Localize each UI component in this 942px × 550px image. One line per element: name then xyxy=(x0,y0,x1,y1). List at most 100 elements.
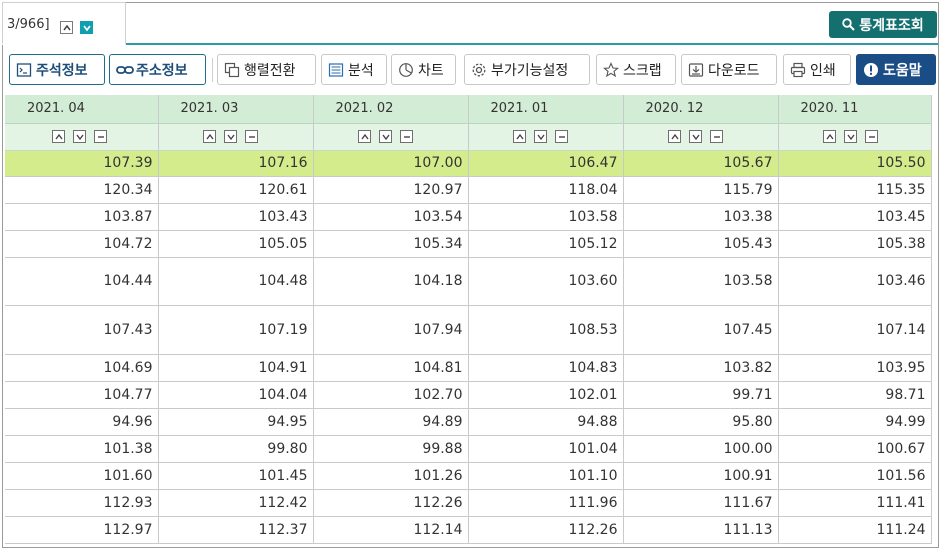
table-cell: 101.56 xyxy=(778,462,932,490)
address-info-button[interactable]: 주소정보 xyxy=(109,54,206,85)
table-cell: 120.97 xyxy=(313,176,469,204)
collapse-column-icon[interactable] xyxy=(709,130,723,143)
table-cell: 112.42 xyxy=(158,489,314,517)
sort-descending-icon[interactable] xyxy=(73,130,86,143)
table-cell: 103.45 xyxy=(778,203,932,231)
data-table-wrap: 2021. 04 2021. 03 2021. 02 2021. 01 2020. 12… xyxy=(5,95,935,544)
table-cell: 108.53 xyxy=(468,305,624,355)
table-cell: 103.58 xyxy=(468,203,624,231)
table-row: 112.97 112.37 112.14 112.26 111.13 111.24 xyxy=(5,516,932,544)
table-cell: 107.45 xyxy=(623,305,779,355)
table-cell: 102.70 xyxy=(313,381,469,409)
column-header[interactable]: 2021. 04 xyxy=(5,95,159,124)
table-cell: 94.99 xyxy=(778,408,932,436)
stat-table-query-button[interactable]: 통계표조회 xyxy=(829,11,937,38)
data-table: 2021. 04 2021. 03 2021. 02 2021. 01 2020. 12… xyxy=(5,95,932,544)
sort-descending-icon[interactable] xyxy=(378,130,392,143)
table-row: 120.34 120.61 120.97 118.04 115.79 115.35 xyxy=(5,176,932,204)
table-cell: 101.04 xyxy=(468,435,624,463)
table-cell: 102.01 xyxy=(468,381,624,409)
download-button[interactable]: 다운로드 xyxy=(681,54,777,85)
info-icon xyxy=(863,62,879,78)
toolbar-divider xyxy=(212,58,213,82)
collapse-up-icon[interactable] xyxy=(60,21,73,34)
transpose-button[interactable]: 행렬전환 xyxy=(217,54,316,85)
analysis-button[interactable]: 분석 xyxy=(321,54,387,85)
table-row: 103.87 103.43 103.54 103.58 103.38 103.45 xyxy=(5,203,932,231)
annotation-info-button[interactable]: 주석정보 xyxy=(9,54,105,85)
sort-ascending-icon[interactable] xyxy=(202,130,216,143)
addon-settings-label: 부가기능설정 xyxy=(491,62,569,79)
table-cell: 104.83 xyxy=(468,354,624,382)
print-button[interactable]: 인쇄 xyxy=(783,54,851,85)
table-row: 104.44 104.48 104.18 103.60 103.58 103.46 xyxy=(5,257,932,306)
collapse-column-icon[interactable] xyxy=(864,130,878,143)
sort-ascending-icon[interactable] xyxy=(667,130,681,143)
table-cell: 101.45 xyxy=(158,462,314,490)
column-controls xyxy=(623,123,779,151)
table-cell: 107.14 xyxy=(778,305,932,355)
star-icon xyxy=(602,61,620,78)
column-controls xyxy=(313,123,469,151)
table-cell: 100.67 xyxy=(778,435,932,463)
table-cell: 105.50 xyxy=(778,150,932,177)
table-tab[interactable]: 3/966] xyxy=(2,2,126,45)
table-cell: 105.12 xyxy=(468,230,624,258)
table-cell: 103.46 xyxy=(778,257,932,306)
table-cell: 105.34 xyxy=(313,230,469,258)
column-header[interactable]: 2020. 12 xyxy=(623,95,779,124)
annotation-info-label: 주석정보 xyxy=(36,62,88,79)
expand-down-icon[interactable] xyxy=(80,21,93,34)
collapse-column-icon[interactable] xyxy=(244,130,258,143)
table-cell: 101.38 xyxy=(5,435,159,463)
column-controls xyxy=(158,123,314,151)
table-cell: 105.67 xyxy=(623,150,779,177)
table-cell: 99.80 xyxy=(158,435,314,463)
column-header[interactable]: 2020. 11 xyxy=(778,95,932,124)
table-cell: 107.43 xyxy=(5,305,159,355)
table-row: 104.69 104.91 104.81 104.83 103.82 103.95 xyxy=(5,354,932,382)
scrap-label: 스크랩 xyxy=(623,62,662,79)
collapse-column-icon[interactable] xyxy=(399,130,413,143)
column-header[interactable]: 2021. 02 xyxy=(313,95,469,124)
collapse-column-icon[interactable] xyxy=(554,130,568,143)
sort-ascending-icon[interactable] xyxy=(822,130,836,143)
sort-descending-icon[interactable] xyxy=(688,130,702,143)
table-cell: 105.43 xyxy=(623,230,779,258)
column-control-row xyxy=(5,123,932,151)
table-cell: 115.35 xyxy=(778,176,932,204)
table-row: 101.38 99.80 99.88 101.04 100.00 100.67 xyxy=(5,435,932,463)
chart-button[interactable]: 차트 xyxy=(391,54,456,85)
scrap-button[interactable]: 스크랩 xyxy=(596,54,676,85)
column-header[interactable]: 2021. 01 xyxy=(468,95,624,124)
table-cell: 104.04 xyxy=(158,381,314,409)
table-cell: 104.72 xyxy=(5,230,159,258)
table-cell: 111.41 xyxy=(778,489,932,517)
sort-descending-icon[interactable] xyxy=(533,130,547,143)
note-icon xyxy=(16,62,32,78)
table-cell: 107.00 xyxy=(313,150,469,177)
table-cell: 94.96 xyxy=(5,408,159,436)
collapse-column-icon[interactable] xyxy=(94,130,107,143)
table-cell: 112.26 xyxy=(468,516,624,544)
sort-ascending-icon[interactable] xyxy=(357,130,371,143)
table-cell: 112.93 xyxy=(5,489,159,517)
table-cell: 103.82 xyxy=(623,354,779,382)
column-header[interactable]: 2021. 03 xyxy=(158,95,314,124)
table-cell: 112.37 xyxy=(158,516,314,544)
table-row: 94.96 94.95 94.89 94.88 95.80 94.99 xyxy=(5,408,932,436)
analysis-icon xyxy=(328,62,344,78)
table-row: 112.93 112.42 112.26 111.96 111.67 111.41 xyxy=(5,489,932,517)
link-icon xyxy=(116,62,134,78)
sort-descending-icon[interactable] xyxy=(843,130,857,143)
table-body: 107.39 107.16 107.00 106.47 105.67 105.50 120.… xyxy=(5,150,932,544)
table-cell: 112.26 xyxy=(313,489,469,517)
sort-descending-icon[interactable] xyxy=(223,130,237,143)
sort-ascending-icon[interactable] xyxy=(52,130,65,143)
table-cell: 98.71 xyxy=(778,381,932,409)
table-cell: 104.44 xyxy=(5,257,159,306)
transpose-label: 행렬전환 xyxy=(244,62,296,79)
help-button[interactable]: 도움말 xyxy=(856,54,936,85)
addon-settings-button[interactable]: 부가기능설정 xyxy=(464,54,590,85)
sort-ascending-icon[interactable] xyxy=(512,130,526,143)
